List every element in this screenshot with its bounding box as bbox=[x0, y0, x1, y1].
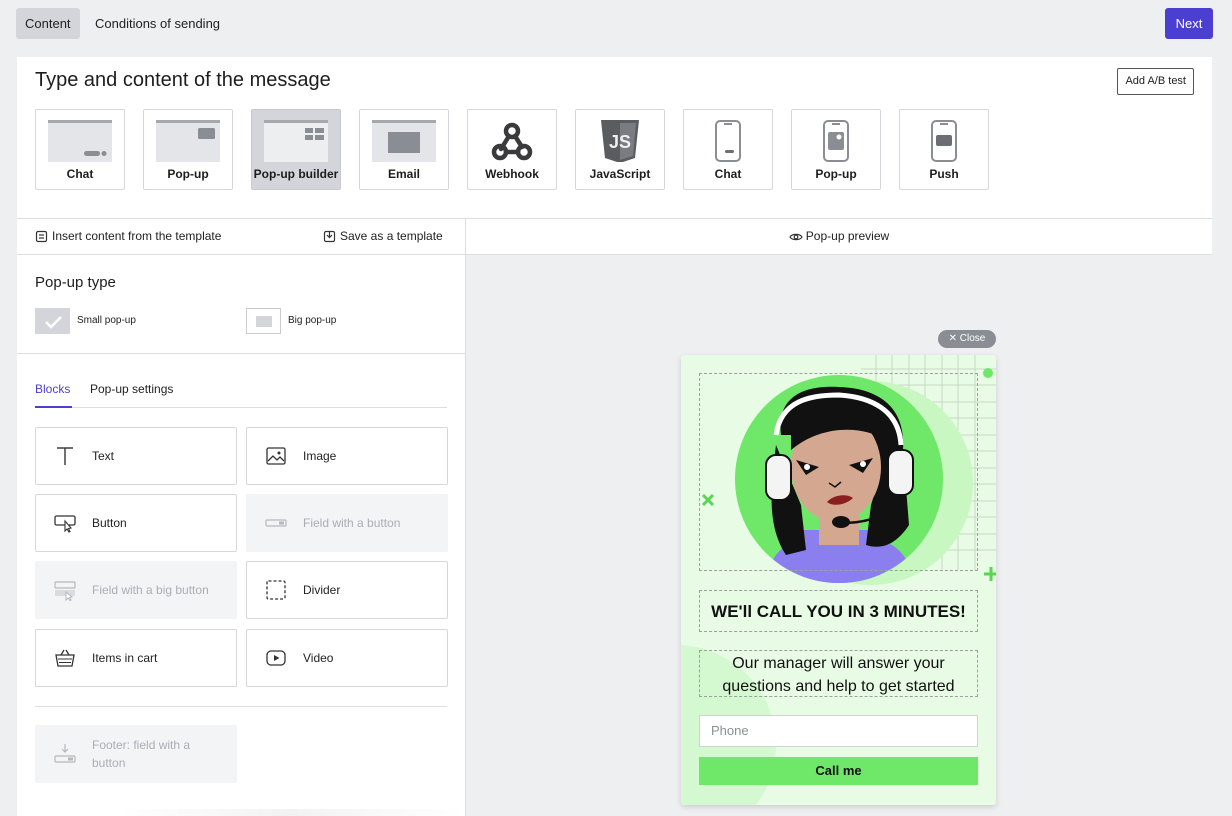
template-icon bbox=[35, 231, 48, 243]
save-template-icon bbox=[323, 231, 336, 243]
save-template-link[interactable]: Save as a template bbox=[323, 218, 443, 255]
tab-conditions-of-sending[interactable]: Conditions of sending bbox=[86, 8, 229, 39]
type-chat[interactable]: Chat bbox=[35, 109, 125, 190]
preview-canvas: ✕ Close WE'll CALL YOU IN 3 MINUTES! Our… bbox=[466, 255, 1212, 816]
divider-icon bbox=[266, 580, 286, 600]
web-chat-icon bbox=[48, 120, 112, 162]
add-ab-test-button[interactable]: Add A/B test bbox=[1117, 68, 1194, 95]
message-card: Type and content of the message Add A/B … bbox=[17, 57, 1212, 816]
block-label: Field with a button bbox=[303, 516, 401, 530]
next-button[interactable]: Next bbox=[1165, 8, 1213, 39]
insert-template-label: Insert content from the template bbox=[52, 229, 222, 243]
mobile-push-icon bbox=[931, 120, 957, 162]
checkmark-icon bbox=[45, 316, 62, 329]
type-label: Pop-up bbox=[815, 167, 857, 181]
block-items-in-cart[interactable]: Items in cart bbox=[35, 629, 237, 687]
block-label: Divider bbox=[303, 583, 341, 597]
footer-field-icon bbox=[54, 744, 76, 763]
block-divider[interactable]: Divider bbox=[246, 561, 448, 619]
close-icon: ✕ bbox=[948, 333, 960, 344]
template-toolbar: Insert content from the template Save as… bbox=[17, 218, 466, 255]
close-label: Close bbox=[959, 333, 986, 344]
big-popup-icon bbox=[256, 316, 272, 327]
editor-panel: Insert content from the template Save as… bbox=[17, 218, 466, 816]
block-field-with-big-button: Field with a big button bbox=[35, 561, 237, 619]
type-label: Webhook bbox=[485, 167, 539, 181]
block-video[interactable]: Video bbox=[246, 629, 448, 687]
big-popup-label: Big pop-up bbox=[288, 315, 337, 326]
popup-heading[interactable]: WE'll CALL YOU IN 3 MINUTES! bbox=[699, 590, 978, 632]
block-button[interactable]: Button bbox=[35, 494, 237, 552]
javascript-icon: JS bbox=[601, 120, 639, 162]
type-email[interactable]: Email bbox=[359, 109, 449, 190]
page-title: Type and content of the message bbox=[35, 69, 331, 91]
block-label: Image bbox=[303, 449, 337, 463]
field-big-button-icon bbox=[54, 581, 76, 601]
mobile-popup-icon bbox=[823, 120, 849, 162]
type-popup[interactable]: Pop-up bbox=[143, 109, 233, 190]
block-label: Button bbox=[92, 516, 127, 530]
save-template-label: Save as a template bbox=[340, 229, 443, 243]
cart-icon bbox=[55, 649, 75, 667]
field-button-icon bbox=[265, 519, 287, 527]
block-label: Footer: field with a button bbox=[92, 738, 191, 770]
popup-preview: WE'll CALL YOU IN 3 MINUTES! Our manager… bbox=[681, 355, 996, 805]
type-javascript[interactable]: JS JavaScript bbox=[575, 109, 665, 190]
type-label: Chat bbox=[66, 167, 94, 181]
popup-image-block[interactable] bbox=[699, 373, 978, 571]
popup-text[interactable]: Our manager will answer your questions a… bbox=[699, 650, 978, 697]
type-label: Pop-up bbox=[167, 167, 209, 181]
section-divider bbox=[35, 706, 447, 707]
block-label: Field with a big button bbox=[92, 583, 209, 597]
call-me-button[interactable]: Call me bbox=[699, 757, 978, 785]
eye-icon bbox=[789, 233, 803, 241]
small-popup-option[interactable] bbox=[35, 308, 70, 334]
web-popup-icon bbox=[156, 120, 220, 162]
big-popup-option[interactable] bbox=[246, 308, 281, 334]
email-icon bbox=[372, 120, 436, 162]
image-icon bbox=[266, 447, 286, 465]
preview-header: Pop-up preview bbox=[466, 218, 1212, 255]
block-field-with-button: Field with a button bbox=[246, 494, 448, 552]
block-image[interactable]: Image bbox=[246, 427, 448, 485]
popup-builder-icon bbox=[264, 120, 328, 162]
type-label: Email bbox=[387, 167, 420, 181]
tab-content[interactable]: Content bbox=[16, 8, 80, 39]
insert-template-link[interactable]: Insert content from the template bbox=[35, 218, 221, 255]
webhook-icon bbox=[491, 122, 533, 161]
block-label: Text bbox=[92, 449, 115, 463]
tab-popup-settings[interactable]: Pop-up settings bbox=[90, 382, 173, 396]
type-mobile-chat[interactable]: Chat bbox=[683, 109, 773, 190]
type-label: JavaScript bbox=[589, 167, 651, 181]
close-button[interactable]: ✕ Close bbox=[938, 330, 996, 348]
type-popup-builder[interactable]: Pop-up builder bbox=[251, 109, 341, 190]
popup-type-title: Pop-up type bbox=[35, 274, 116, 291]
block-footer-field-with-button: Footer: field with a button bbox=[35, 725, 237, 783]
preview-title: Pop-up preview bbox=[805, 229, 890, 243]
type-label: Pop-up builder bbox=[253, 167, 339, 181]
type-webhook[interactable]: Webhook bbox=[467, 109, 557, 190]
block-text[interactable]: Text bbox=[35, 427, 237, 485]
section-divider bbox=[17, 353, 466, 354]
active-tab-indicator bbox=[35, 406, 72, 408]
top-bar: Content Conditions of sending Next bbox=[0, 0, 1232, 48]
tab-blocks[interactable]: Blocks bbox=[35, 382, 70, 396]
type-push[interactable]: Push bbox=[899, 109, 989, 190]
button-icon bbox=[54, 515, 76, 533]
small-popup-label: Small pop-up bbox=[77, 315, 136, 326]
type-label: Chat bbox=[714, 167, 742, 181]
tab-underline bbox=[35, 407, 447, 408]
block-label: Video bbox=[303, 651, 334, 665]
video-icon bbox=[266, 650, 286, 666]
type-mobile-popup[interactable]: Pop-up bbox=[791, 109, 881, 190]
scroll-fade bbox=[117, 809, 466, 816]
block-label: Items in cart bbox=[92, 651, 158, 665]
svg-text:JS: JS bbox=[609, 132, 631, 152]
text-icon bbox=[57, 447, 73, 465]
type-label: Push bbox=[929, 167, 959, 181]
phone-input[interactable]: Phone bbox=[699, 715, 978, 747]
mobile-chat-icon bbox=[715, 120, 741, 162]
